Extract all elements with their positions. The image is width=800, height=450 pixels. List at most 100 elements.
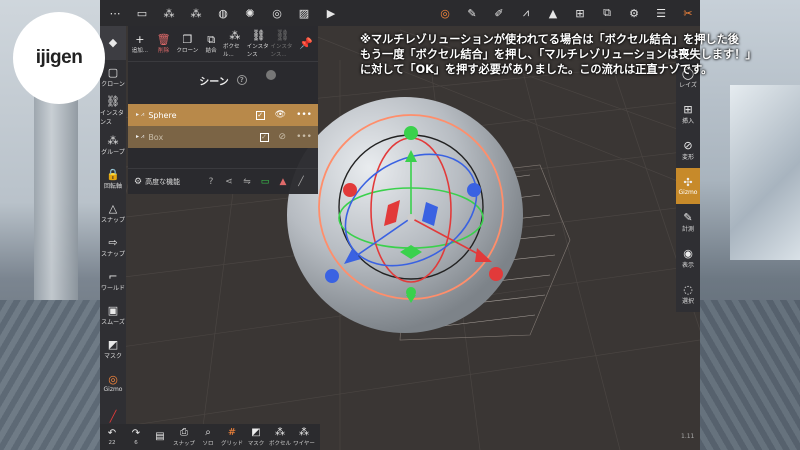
pin-button[interactable]: 📌 xyxy=(294,26,318,61)
right-tool-view[interactable]: ◉ 表示 xyxy=(676,240,700,276)
mask-icon: ◩ xyxy=(251,427,261,438)
instance-more-button[interactable]: ⛓ インスタンス... xyxy=(271,26,295,61)
advanced-label: 高度な機能 xyxy=(145,177,181,186)
right-tool-label: Gizmo xyxy=(678,189,698,196)
material-icon[interactable]: ◎ xyxy=(265,1,289,25)
brush-icon[interactable]: ✎ xyxy=(460,1,484,25)
paint-icon[interactable]: ✐ xyxy=(487,1,511,25)
left-tool-world[interactable]: ⌐ ワールド xyxy=(100,264,126,298)
clone-icon: ▢ xyxy=(107,65,119,79)
camera-icon[interactable]: ▭ xyxy=(256,177,274,187)
left-tool-label: スナップ xyxy=(100,216,125,224)
scene-title: シーン xyxy=(199,76,229,88)
solo-button[interactable]: ⌕ ソロ xyxy=(196,427,220,447)
right-tool-gizmo[interactable]: ✣ Gizmo xyxy=(676,168,700,204)
left-tool-snap-move[interactable]: ⇨ スナップ xyxy=(100,230,126,264)
scene-object-row-box[interactable]: ▸ ⩘ Box ✓ ⊘ ••• xyxy=(128,126,318,148)
layers-icon[interactable]: ⁂ xyxy=(184,1,208,25)
layers-button[interactable]: ▤ xyxy=(148,431,172,443)
settings-icon[interactable]: ⚙ xyxy=(622,1,646,25)
topology-icon[interactable]: ▲ xyxy=(274,177,292,187)
left-tool-label: 回転軸 xyxy=(103,182,122,190)
right-tool-label: 表示 xyxy=(681,262,694,269)
left-toolbar: ◆ ▢ クローン ⛓ インスタンス ⁂ グループ 🔒 回転軸 △ スナップ ⇨ … xyxy=(100,26,126,424)
voxel-button[interactable]: ⁂ ボクセル xyxy=(268,427,292,447)
stroke-icon[interactable]: ⊞ xyxy=(568,1,592,25)
grid-button[interactable]: # グリッド xyxy=(220,427,244,447)
topology-icon[interactable]: ▲ xyxy=(541,1,565,25)
background-floor-right xyxy=(700,300,800,450)
merge-button[interactable]: ⧉ 結合 xyxy=(199,26,223,61)
symmetry-icon[interactable]: ⩘ xyxy=(514,1,538,25)
delete-label: 削除 xyxy=(158,48,170,54)
tools-icon[interactable]: ✂ xyxy=(676,1,700,25)
bottom-tool-label: ソロ xyxy=(202,441,214,447)
top-toolbar: ⋯ ▭ ⁂ ⁂ ◍ ✺ ◎ ▨ ▶ ◎ ✎ ✐ ⩘ ▲ ⊞ ⧉ ⚙ ☰ ✂ xyxy=(100,0,700,26)
help-icon[interactable]: ? xyxy=(236,75,247,85)
right-tool-insert[interactable]: ⊞ 挿入 xyxy=(676,96,700,132)
caption-line-3: に対して「OK」を押す必要がありました。この流れは正直ナゾです。 xyxy=(360,63,713,76)
world-axis-icon: ⌐ xyxy=(108,269,118,283)
left-tool-label: スムーズ xyxy=(101,318,125,326)
select-checkbox[interactable]: ✓ xyxy=(255,110,265,120)
right-tool-measure[interactable]: ✎ 計測 xyxy=(676,204,700,240)
left-tool-instance[interactable]: ⛓ インスタンス xyxy=(100,94,126,128)
triangle-icon: △ xyxy=(108,201,118,215)
scene-toggle-dot[interactable] xyxy=(266,70,276,80)
wireframe-icon: ⁂ xyxy=(299,427,309,438)
right-tool-label: 変形 xyxy=(681,154,694,161)
expand-triangle-icon[interactable]: ▸ ⩘ xyxy=(136,133,144,141)
gizmo-tool-icon[interactable]: ◎ xyxy=(433,1,457,25)
share-icon[interactable]: ⋖ xyxy=(220,177,238,187)
gizmo-move-icon: ✣ xyxy=(683,176,693,189)
menu-icon[interactable]: ⋯ xyxy=(103,1,127,25)
mask-icon: ◩ xyxy=(107,337,119,351)
mask-button[interactable]: ◩ マスク xyxy=(244,427,268,447)
channel-logo: ijigen xyxy=(13,12,105,104)
redo-icon: ↷ xyxy=(131,428,141,439)
more-options-icon[interactable]: ••• xyxy=(296,110,312,120)
wireframe-button[interactable]: ⁂ ワイヤー xyxy=(292,427,316,447)
sun-icon[interactable]: ✺ xyxy=(238,1,262,25)
delete-button[interactable]: 🗑 削除 xyxy=(152,26,176,61)
redo-button[interactable]: ↷ 6 xyxy=(124,428,148,446)
add-button[interactable]: + 追加... xyxy=(128,26,152,61)
help-icon[interactable]: ? xyxy=(202,177,220,187)
eye-hidden-icon[interactable]: ⊘ xyxy=(279,132,287,142)
left-tool-smooth[interactable]: ▣ スムーズ xyxy=(100,298,126,332)
left-tool-pivot[interactable]: 🔒 回転軸 xyxy=(100,162,126,196)
brush-icon[interactable]: ╱ xyxy=(292,177,310,187)
folder-icon[interactable]: ▭ xyxy=(130,1,154,25)
undo-count: 22 xyxy=(108,440,116,446)
left-tool-snap-angle[interactable]: △ スナップ xyxy=(100,196,126,230)
sliders-icon[interactable]: ☰ xyxy=(649,1,673,25)
right-tool-label: 計測 xyxy=(681,226,694,233)
swap-icon[interactable]: ⇋ xyxy=(238,177,256,187)
lock-icon: 🔒 xyxy=(106,167,120,181)
scene-object-row-sphere[interactable]: ▸ ⩘ Sphere ✓ 👁 ••• xyxy=(128,104,318,126)
stack-icon[interactable]: ⧉ xyxy=(595,1,619,25)
video-icon[interactable]: ▶ xyxy=(319,1,343,25)
globe-icon[interactable]: ◍ xyxy=(211,1,235,25)
gear-icon: ⚙ xyxy=(134,176,143,187)
scene-tools-row: + 追加... 🗑 削除 ❐ クローン ⧉ 結合 ⁂ ボクセル... ⛓ インス… xyxy=(128,26,318,62)
instance-button[interactable]: ⛓ インスタンス xyxy=(247,26,271,61)
undo-button[interactable]: ↶ 22 xyxy=(100,428,124,446)
measure-icon: ✎ xyxy=(683,211,693,224)
expand-triangle-icon[interactable]: ▸ ⩘ xyxy=(136,111,144,119)
more-options-icon[interactable]: ••• xyxy=(296,132,312,142)
right-tool-transform[interactable]: ⊘ 変形 xyxy=(676,132,700,168)
left-tool-mask[interactable]: ◩ マスク xyxy=(100,332,126,366)
image-icon[interactable]: ▨ xyxy=(292,1,316,25)
clone-button[interactable]: ❐ クローン xyxy=(176,26,200,61)
left-tool-gizmo[interactable]: ◎ Gizmo xyxy=(100,366,126,400)
solo-search-icon: ⌕ xyxy=(205,427,211,438)
select-checkbox[interactable]: ✓ xyxy=(259,132,269,142)
left-tool-group[interactable]: ⁂ グループ xyxy=(100,128,126,162)
scene-tree-icon[interactable]: ⁂ xyxy=(157,1,181,25)
snapshot-button[interactable]: ⎙ スナップ xyxy=(172,427,196,447)
eye-icon[interactable]: 👁 xyxy=(275,110,286,120)
advanced-features-button[interactable]: ⚙ 高度な機能 xyxy=(128,177,202,187)
right-tool-select[interactable]: ◌ 選択 xyxy=(676,276,700,312)
voxel-merge-button[interactable]: ⁂ ボクセル... xyxy=(223,26,247,61)
